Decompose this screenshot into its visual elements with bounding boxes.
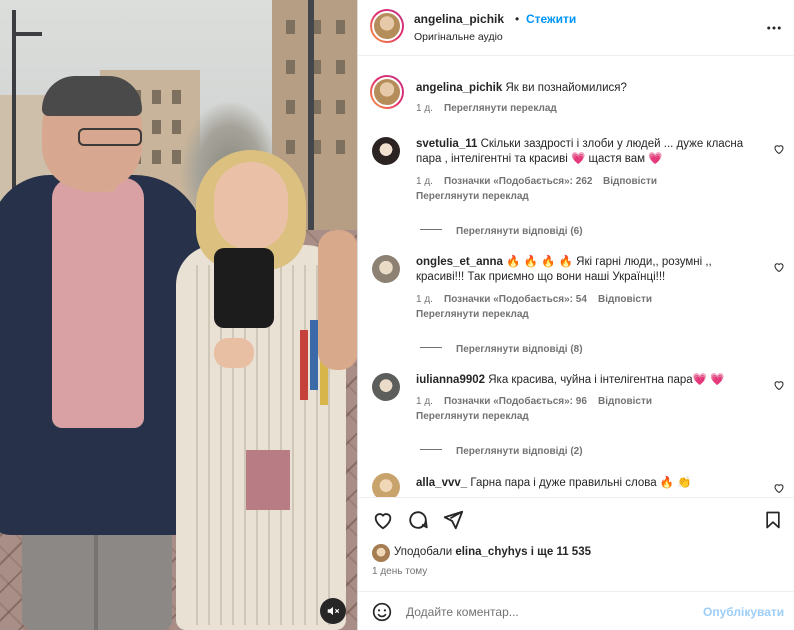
comment-username[interactable]: alla_vvv_	[416, 477, 467, 489]
post-panel: angelina_pichik • Стежити Оригінальне ау…	[357, 0, 794, 630]
comment-likes-count[interactable]: Позначки «Подобається»: 54	[444, 294, 587, 305]
woman-hand	[214, 338, 254, 368]
view-replies-row[interactable]: Переглянути відповіді (2)	[420, 441, 583, 459]
caption-avatar[interactable]	[370, 75, 404, 109]
bystander-arm	[318, 230, 357, 370]
replies-divider	[420, 347, 442, 349]
comment-body: Гарна пара і дуже правильні слова 🔥 👏	[470, 477, 692, 489]
comment-reply-link[interactable]: Відповісти	[598, 396, 652, 407]
send-icon[interactable]	[442, 509, 464, 531]
post-time[interactable]: 1 день тому	[372, 566, 427, 577]
comment-input[interactable]: Додайте коментар...	[406, 605, 519, 619]
replies-divider	[420, 229, 442, 231]
likes-prefix: Уподобали	[394, 546, 453, 558]
liker-avatar[interactable]	[372, 544, 390, 562]
post-video[interactable]	[0, 0, 357, 630]
view-replies-row[interactable]: Переглянути відповіді (8)	[420, 339, 583, 357]
cardigan-stripe	[310, 320, 318, 390]
instagram-post-view: angelina_pichik • Стежити Оригінальне ау…	[0, 0, 794, 630]
woman-face	[214, 162, 288, 250]
author-avatar[interactable]	[370, 9, 404, 43]
post-comment-button[interactable]: Опублікувати	[703, 605, 784, 619]
comment-username[interactable]: svetulia_11	[416, 138, 477, 150]
cardigan-stripe	[300, 330, 308, 400]
replies-divider	[420, 449, 442, 451]
comment-text: iulianna9902 Яка красива, чуйна і інтелі…	[416, 373, 761, 388]
comment-translate-link[interactable]: Переглянути переклад	[416, 191, 529, 202]
caption-translate-link[interactable]: Переглянути переклад	[444, 103, 557, 114]
comment-avatar[interactable]	[372, 255, 400, 283]
audio-label[interactable]: Оригінальне аудіо	[414, 31, 503, 43]
comment-translate-link[interactable]: Переглянути переклад	[416, 411, 529, 422]
comment-time[interactable]: 1 д.	[416, 396, 433, 407]
comment-avatar[interactable]	[372, 137, 400, 165]
comment-text: alla_vvv_ Гарна пара і дуже правильні сл…	[416, 476, 761, 491]
separator-dot: •	[515, 12, 520, 26]
comment-time[interactable]: 1 д.	[416, 294, 433, 305]
comment-username[interactable]: ongles_et_anna	[416, 256, 503, 268]
comment-likes-count[interactable]: Позначки «Подобається»: 96	[444, 396, 587, 407]
add-comment-bar: Додайте коментар... Опублікувати	[358, 591, 794, 630]
caption-time[interactable]: 1 д.	[416, 103, 433, 114]
man-sweater	[52, 178, 144, 428]
likes-summary[interactable]: Уподобали elina_chyhys і ще 11 535	[394, 546, 591, 558]
post-header: angelina_pichik • Стежити Оригінальне ау…	[358, 0, 794, 56]
street-lamp	[12, 10, 42, 210]
comment-body: Яка красива, чуйна і інтелігентна пара💗 …	[488, 374, 725, 386]
comment-reply-link[interactable]: Відповісти	[603, 176, 657, 187]
view-replies-link[interactable]: Переглянути відповіді (8)	[456, 344, 583, 355]
caption-body: Як ви познайомилися?	[505, 82, 627, 94]
comment-like-heart-icon[interactable]	[773, 143, 785, 155]
woman-top	[214, 248, 274, 328]
comment-text: ongles_et_anna 🔥 🔥 🔥 🔥 Які гарні люди,, …	[416, 255, 761, 285]
comment-translate-link[interactable]: Переглянути переклад	[416, 309, 529, 320]
man-hair	[42, 76, 142, 116]
cardigan-patch	[246, 450, 290, 510]
comment-avatar[interactable]	[372, 473, 400, 497]
man-glasses	[78, 128, 142, 146]
post-actions: Уподобали elina_chyhys і ще 11 535 1 ден…	[358, 497, 794, 630]
caption-username[interactable]: angelina_pichik	[416, 82, 502, 94]
comment-text: svetulia_11 Скільки заздрості і злоби у …	[416, 137, 761, 167]
view-replies-link[interactable]: Переглянути відповіді (6)	[456, 226, 583, 237]
caption-text: angelina_pichik Як ви познайомилися?	[416, 81, 761, 96]
heart-icon[interactable]	[372, 509, 394, 531]
emoji-icon[interactable]	[372, 602, 392, 622]
comment-like-heart-icon[interactable]	[773, 379, 785, 391]
view-replies-row[interactable]: Переглянути відповіді (6)	[420, 221, 583, 239]
speaker-muted-icon	[327, 606, 340, 616]
bookmark-icon[interactable]	[763, 509, 783, 531]
comment-reply-link[interactable]: Відповісти	[598, 294, 652, 305]
likes-count[interactable]: і ще 11 535	[531, 546, 591, 558]
view-replies-link[interactable]: Переглянути відповіді (2)	[456, 446, 583, 457]
more-horizontal-icon[interactable]	[765, 19, 783, 37]
comment-like-heart-icon[interactable]	[773, 261, 785, 273]
comment-time[interactable]: 1 д.	[416, 176, 433, 187]
comment-icon[interactable]	[407, 509, 429, 531]
follow-button[interactable]: Стежити	[526, 12, 576, 26]
mute-button[interactable]	[320, 598, 346, 624]
comment-likes-count[interactable]: Позначки «Подобається»: 262	[444, 176, 592, 187]
author-username[interactable]: angelina_pichik	[414, 12, 504, 26]
comment-username[interactable]: iulianna9902	[416, 374, 485, 386]
liker-username[interactable]: elina_chyhys	[455, 546, 527, 558]
street-pole	[308, 0, 314, 260]
comment-like-heart-icon[interactable]	[773, 482, 785, 494]
comment-avatar[interactable]	[372, 373, 400, 401]
comments-list[interactable]: angelina_pichik Як ви познайомилися? 1 д…	[358, 57, 794, 497]
